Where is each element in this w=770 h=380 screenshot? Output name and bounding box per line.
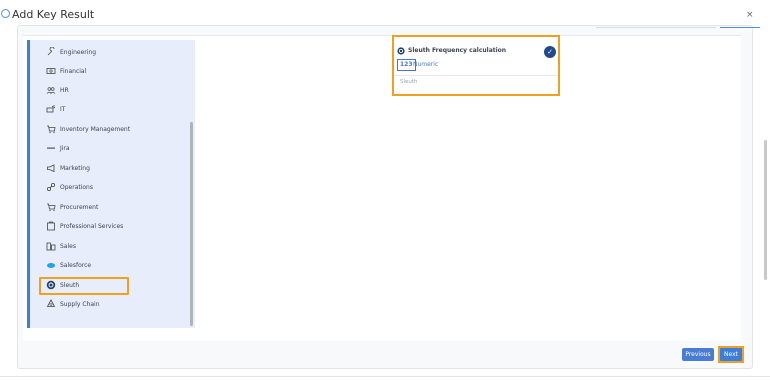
sidebar-item-professional-services[interactable]: Professional Services [46,219,123,233]
sidebar-item-salesforce[interactable]: Salesforce [46,258,91,272]
top-divider [596,27,716,28]
sidebar-item-label: Salesforce [60,261,92,269]
sidebar-item-jira[interactable]: Jira [46,141,70,155]
sales-chart-icon [46,242,56,251]
previous-button[interactable]: Previous [682,348,714,361]
top-accent-divider [720,27,760,28]
sidebar-item-label: IT [60,105,66,113]
sidebar-item-label: Financial [60,67,87,75]
checkmark-icon[interactable]: ✓ [544,46,556,58]
cart-icon [47,203,56,212]
sidebar-scrollbar[interactable] [190,122,193,326]
sidebar-item-label: Engineering [60,48,96,56]
key-result-card[interactable]: Sleuth Frequency calculation ✓ 123 Numer… [392,35,560,96]
briefcase-icon [47,221,55,231]
key-result-source: Sleuth [400,79,418,85]
window-title: Add Key Result [12,8,95,21]
sidebar-item-financial[interactable]: Financial [46,64,86,78]
money-icon [46,68,56,74]
next-button-label: Next [720,348,742,361]
sidebar-item-sales[interactable]: Sales [46,239,76,253]
sidebar-item-label: HR [60,86,69,94]
sidebar-item-label: Operations [60,183,93,191]
sidebar-item-procurement[interactable]: Procurement [46,200,98,214]
sidebar-item-operations[interactable]: Operations [46,180,93,194]
sidebar-item-engineering[interactable]: Engineering [46,45,96,59]
sidebar-item-hr[interactable]: HR [46,83,69,97]
sidebar-item-label: Marketing [60,164,90,172]
cart-icon [47,125,56,134]
sidebar-item-label: Jira [60,144,70,152]
sidebar-item-marketing[interactable]: Marketing [46,161,90,175]
key-result-type: Numeric [413,61,439,68]
sidebar-item-inventory-management[interactable]: Inventory Management [46,122,130,136]
sidebar-item-supply-chain[interactable]: Supply Chain [46,297,100,311]
jira-icon [47,147,55,149]
sleuth-icon [397,47,405,55]
people-icon [46,87,56,94]
salesforce-cloud-icon [47,263,55,268]
megaphone-icon [47,164,55,173]
bottom-divider [0,376,770,377]
recycle-icon [46,299,56,307]
close-icon[interactable]: × [746,10,754,20]
sidebar-item-label: Inventory Management [60,125,131,133]
wrench-icon [47,47,55,56]
next-button[interactable]: Next [718,346,744,363]
sidebar-item-label: Procurement [60,203,99,211]
operations-icon [46,182,56,192]
page-scrollbar[interactable] [764,140,767,280]
modal-footer [23,341,749,365]
sidebar-item-label: Professional Services [60,222,124,230]
it-icon [46,105,56,113]
key-result-title: Sleuth Frequency calculation [408,47,507,54]
sidebar-item-label: Supply Chain [60,300,100,308]
sleuth-selection-highlight [39,277,129,295]
card-divider [394,75,558,76]
app-logo-icon [1,9,10,18]
sidebar-item-label: Sales [60,242,76,250]
sidebar-item-it[interactable]: IT [46,102,65,116]
